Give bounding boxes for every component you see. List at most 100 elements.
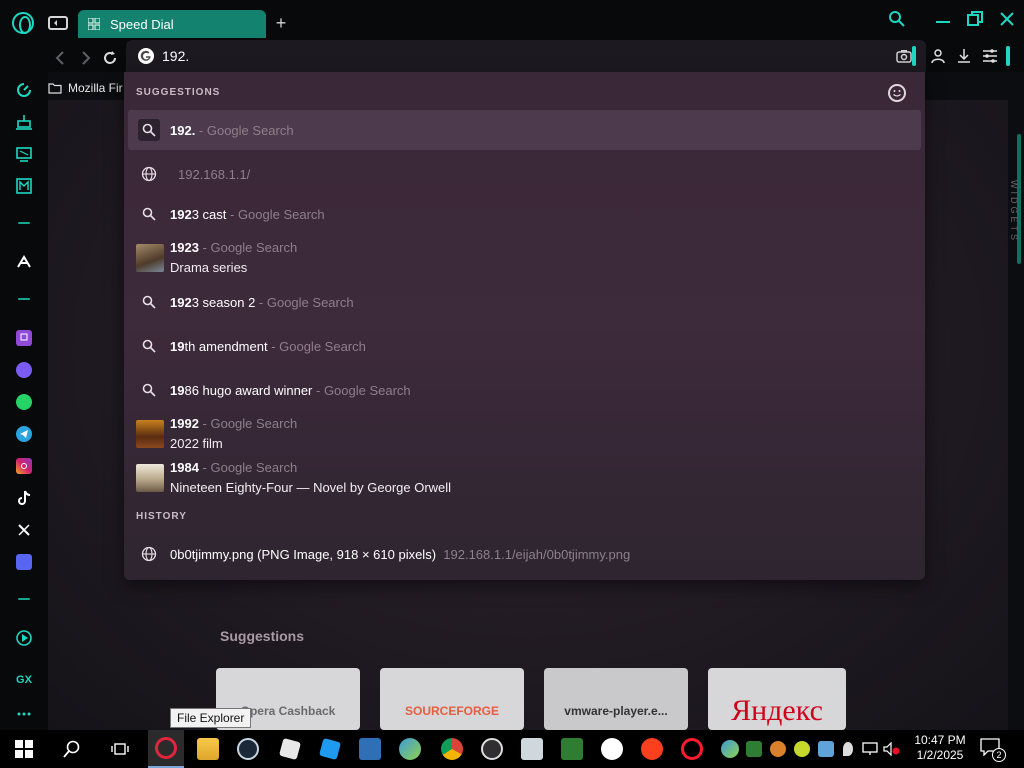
address-bar[interactable] xyxy=(126,40,926,72)
suggestion-source: - Google Search xyxy=(255,294,354,310)
bookmark-folder-mozilla[interactable]: Mozilla Fir xyxy=(68,81,123,95)
search-icon xyxy=(138,379,160,401)
bookmarks-bar: Mozilla Fir xyxy=(48,76,123,100)
opera-icon[interactable] xyxy=(674,730,710,768)
app-icon[interactable] xyxy=(392,730,428,768)
suggestion-row[interactable]: 1992 - Google Search 2022 film xyxy=(128,412,921,456)
easy-setup-icon[interactable] xyxy=(980,46,1000,66)
notification-count-badge: 2 xyxy=(992,748,1006,762)
suggestion-source: - Google Search xyxy=(198,416,298,431)
steam-icon[interactable] xyxy=(230,730,266,768)
suggestion-rest: 86 hugo award winner xyxy=(184,382,313,398)
yandex-browser-icon[interactable] xyxy=(594,730,630,768)
suggestion-row[interactable]: 19th amendment - Google Search xyxy=(128,326,921,366)
file-explorer-icon[interactable] xyxy=(190,730,226,768)
restore-button[interactable] xyxy=(966,10,990,30)
tile-label: Яндекс xyxy=(731,694,823,727)
suggestion-url: 192.168.1.1/ xyxy=(178,166,251,182)
suggestion-subtitle: Nineteen Eighty-Four — Novel by George O… xyxy=(170,480,452,495)
roblox-icon[interactable] xyxy=(272,730,308,768)
account-icon[interactable] xyxy=(928,46,948,66)
twitch-dashboard-icon[interactable] xyxy=(14,144,34,164)
speed-dial-tile-yandex[interactable]: Яндекс xyxy=(708,668,846,730)
yandex-icon[interactable] xyxy=(634,730,670,768)
app-icon[interactable] xyxy=(514,730,550,768)
gx-corner-icon[interactable] xyxy=(14,112,34,132)
suggestion-row[interactable]: 1986 hugo award winner - Google Search xyxy=(128,370,921,410)
folder-icon xyxy=(48,83,62,94)
telegram-icon[interactable] xyxy=(14,424,34,444)
player-icon[interactable] xyxy=(14,628,34,648)
suggestion-match: 19 xyxy=(170,338,185,354)
speed-dial-tile-sourceforge[interactable]: SOURCEFORGE xyxy=(380,668,524,730)
suggestion-row[interactable]: 192. - Google Search xyxy=(128,110,921,150)
reload-button[interactable] xyxy=(100,48,120,68)
suggestion-row[interactable]: 1923 cast - Google Search xyxy=(128,194,921,234)
app-icon[interactable] xyxy=(554,730,590,768)
instagram-icon[interactable] xyxy=(14,456,34,476)
minimize-button[interactable] xyxy=(934,10,958,30)
search-icon xyxy=(138,291,160,313)
roblox-studio-icon[interactable] xyxy=(312,730,348,768)
suggestion-rest: 3 cast xyxy=(191,206,227,222)
more-icon[interactable] xyxy=(14,704,34,724)
forward-button[interactable] xyxy=(76,48,96,68)
speed-dial-suggestions-heading: Suggestions xyxy=(220,628,305,644)
music-player-icon[interactable] xyxy=(14,176,34,196)
twitch-icon[interactable] xyxy=(14,328,34,348)
gx-control-icon[interactable] xyxy=(14,80,34,100)
suggestion-match: 1984 xyxy=(170,460,199,475)
new-tab-button[interactable]: + xyxy=(272,14,290,32)
smiley-emoji-icon[interactable] xyxy=(888,84,906,102)
clock-date: 1/2/2025 xyxy=(916,748,964,762)
globe-icon xyxy=(138,543,160,565)
opera-gx-menu-icon[interactable] xyxy=(12,12,34,34)
chrome-icon[interactable] xyxy=(434,730,470,768)
suggestion-source: - Google Search xyxy=(267,338,366,354)
suggestion-row[interactable]: 1984 - Google Search Nineteen Eighty-Fou… xyxy=(128,456,921,500)
opera-gx-taskbar-icon[interactable] xyxy=(148,730,184,768)
suggestion-match: 1992 xyxy=(170,416,199,431)
search-icon[interactable] xyxy=(888,10,912,30)
x-twitter-icon[interactable] xyxy=(14,520,34,540)
suggestion-rest: th amendment xyxy=(184,338,268,354)
title-bar: Speed Dial + xyxy=(0,0,1024,44)
speed-dial-tile-vmware[interactable]: vmware-player.e... xyxy=(544,668,688,730)
history-row[interactable]: 0b0tjimmy.png (PNG Image, 918 × 610 pixe… xyxy=(128,534,921,574)
tile-label: vmware-player.e... xyxy=(564,704,668,718)
search-icon xyxy=(138,335,160,357)
aria-ai-icon[interactable] xyxy=(14,252,34,272)
tab-list-icon[interactable] xyxy=(48,14,68,32)
sidebar-separator xyxy=(18,298,30,300)
search-icon[interactable] xyxy=(54,730,90,768)
whatsapp-icon[interactable] xyxy=(14,392,34,412)
widgets-label[interactable]: WIDGETS xyxy=(1003,180,1019,270)
suggestion-source: - Google Search xyxy=(198,240,298,255)
suggestion-source: - Google Search xyxy=(198,460,298,475)
suggestion-row[interactable]: 192.168.1.1/ xyxy=(128,154,921,194)
suggestion-match: 192 xyxy=(170,294,192,310)
google-search-engine-icon[interactable] xyxy=(138,48,154,64)
start-windows-icon[interactable] xyxy=(6,730,42,768)
tab-speed-dial[interactable]: Speed Dial xyxy=(78,10,266,38)
download-icon[interactable] xyxy=(954,46,974,66)
suggestion-match: 192. xyxy=(170,122,196,138)
close-button[interactable] xyxy=(998,10,1022,30)
suggestion-row[interactable]: 1923 season 2 - Google Search xyxy=(128,282,921,322)
suggestion-row[interactable]: 1923 - Google Search Drama series xyxy=(128,236,921,280)
snapshot-camera-icon[interactable] xyxy=(896,48,912,64)
obs-icon[interactable] xyxy=(474,730,510,768)
discord-icon[interactable] xyxy=(14,552,34,572)
gx-label[interactable]: GX xyxy=(14,670,34,690)
task-view-icon[interactable] xyxy=(102,730,138,768)
suggestions-dropdown: SUGGESTIONS 192. - Google Search 192.168… xyxy=(124,72,925,580)
clock[interactable]: 10:47 PM 1/2/2025 xyxy=(904,733,976,763)
virtualbox-icon[interactable] xyxy=(352,730,388,768)
sidebar-separator xyxy=(18,598,30,600)
back-button[interactable] xyxy=(50,48,70,68)
address-input[interactable] xyxy=(162,46,862,66)
messenger-icon[interactable] xyxy=(14,360,34,380)
search-icon xyxy=(138,203,160,225)
tiktok-icon[interactable] xyxy=(14,488,34,508)
suggestion-source: - Google Search xyxy=(226,206,325,222)
